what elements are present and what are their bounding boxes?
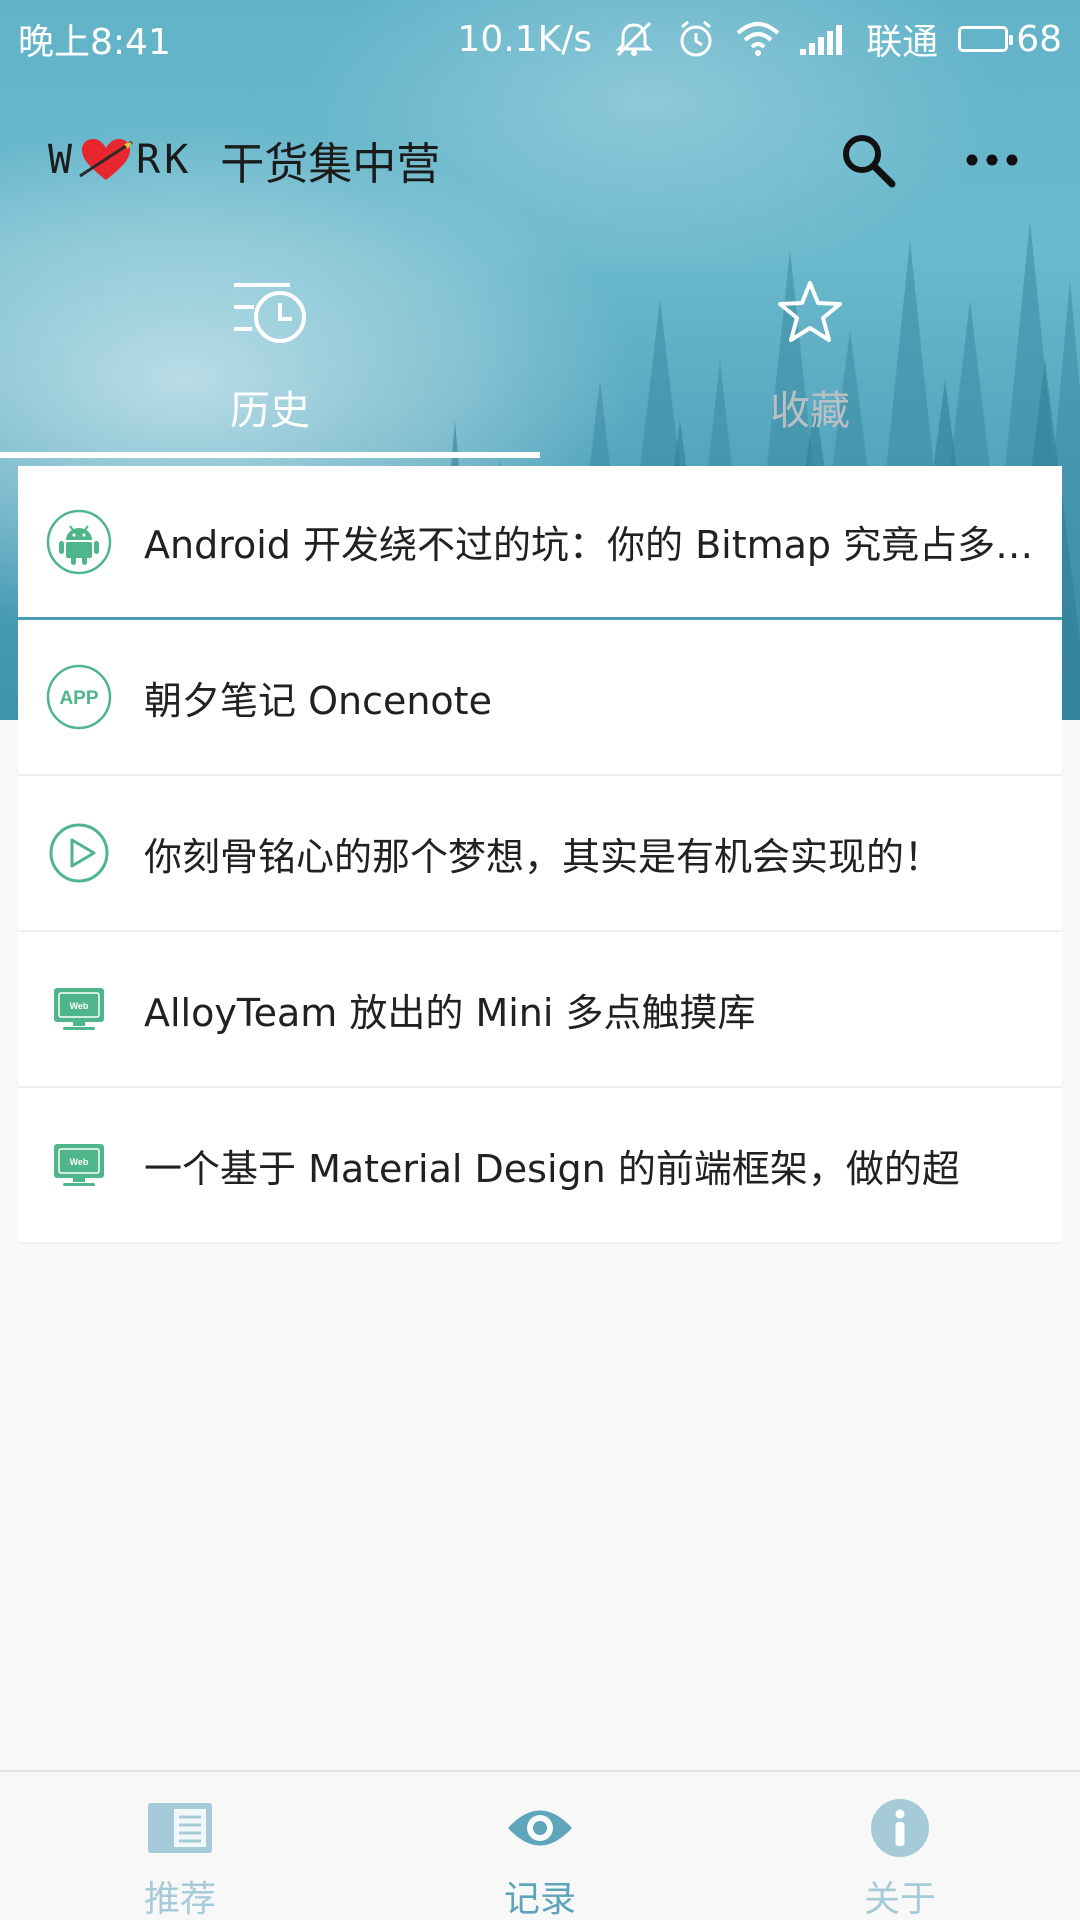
list-item-title: 一个基于 Material Design 的前端框架，做的超 <box>144 1146 960 1191</box>
android-icon <box>46 509 112 574</box>
recommend-book-icon <box>148 1803 212 1853</box>
signal-icon <box>800 23 846 55</box>
bottom-navigation: 推荐 记录 关于 <box>0 1770 1080 1920</box>
nav-records-label: 记录 <box>503 1879 576 1920</box>
battery-icon: 68 <box>958 19 1062 60</box>
web-icon: Web <box>54 1144 104 1186</box>
list-item[interactable]: Android 开发绕不过的坑：你的 Bitmap 究竟占多大内存？ <box>18 466 1062 620</box>
play-video-icon <box>49 823 109 883</box>
tab-history-label: 历史 <box>230 388 310 434</box>
nav-recommend[interactable]: 推荐 <box>0 1772 360 1920</box>
search-icon <box>843 135 896 188</box>
status-bar: 晚上8:41 10.1K/s 联通 68 <box>0 0 1080 78</box>
search-button[interactable] <box>828 120 908 200</box>
svg-text:Web: Web <box>70 1001 89 1011</box>
list-item-title: 你刻骨铭心的那个梦想，其实是有机会实现的！ <box>144 834 943 879</box>
screen: 晚上8:41 10.1K/s 联通 68 W R K 干货集中营 历史 收藏 A… <box>0 0 1080 1920</box>
logo-letter: R <box>136 137 165 183</box>
svg-text:Web: Web <box>70 1157 89 1167</box>
nav-recommend-label: 推荐 <box>143 1879 216 1920</box>
list-item[interactable]: Web AlloyTeam 放出的 Mini 多点触摸库 <box>18 932 1062 1088</box>
nav-about-label: 关于 <box>863 1879 936 1920</box>
mute-icon <box>612 19 656 59</box>
info-icon <box>871 1799 929 1857</box>
logo-letter: W <box>48 137 77 183</box>
svg-text:APP: APP <box>59 688 98 709</box>
alarm-icon <box>676 19 716 59</box>
web-icon: Web <box>54 988 104 1030</box>
list-item[interactable]: 你刻骨铭心的那个梦想，其实是有机会实现的！ <box>18 776 1062 932</box>
carrier-name: 联通 <box>866 22 939 63</box>
list-item-title: Android 开发绕不过的坑：你的 Bitmap 究竟占多大内存？ <box>144 523 1036 567</box>
tab-favorites-label: 收藏 <box>770 388 850 434</box>
history-list: Android 开发绕不过的坑：你的 Bitmap 究竟占多大内存？ APP 朝… <box>18 466 1062 1244</box>
list-item[interactable]: APP 朝夕笔记 Oncenote <box>18 620 1062 776</box>
list-item-title: 朝夕笔记 Oncenote <box>144 678 492 723</box>
more-options-button[interactable] <box>952 120 1032 200</box>
heart-arrow-icon <box>79 139 133 180</box>
nav-records[interactable]: 记录 <box>360 1772 720 1920</box>
toolbar: W R K 干货集中营 <box>0 110 1080 210</box>
battery-level: 68 <box>1016 18 1062 60</box>
status-time: 晚上8:41 <box>18 22 171 63</box>
nav-about[interactable]: 关于 <box>720 1772 1080 1920</box>
logo-letter: K <box>164 137 193 183</box>
app-logo: W R K <box>48 136 192 184</box>
star-icon <box>778 281 842 342</box>
list-item-title: AlloyTeam 放出的 Mini 多点触摸库 <box>144 990 756 1035</box>
more-dots-icon <box>966 154 1018 166</box>
wifi-icon <box>736 21 780 57</box>
net-speed: 10.1K/s <box>457 18 593 60</box>
eye-icon <box>508 1810 572 1846</box>
tab-bar: 历史 收藏 <box>0 262 1080 462</box>
tab-favorites[interactable]: 收藏 <box>540 262 1080 462</box>
app-title: 干货集中营 <box>220 139 441 190</box>
tab-history[interactable]: 历史 <box>0 262 540 462</box>
history-icon <box>234 283 306 343</box>
tab-indicator <box>0 452 540 458</box>
list-item[interactable]: Web 一个基于 Material Design 的前端框架，做的超 <box>18 1088 1062 1244</box>
app-icon: APP <box>46 664 112 730</box>
